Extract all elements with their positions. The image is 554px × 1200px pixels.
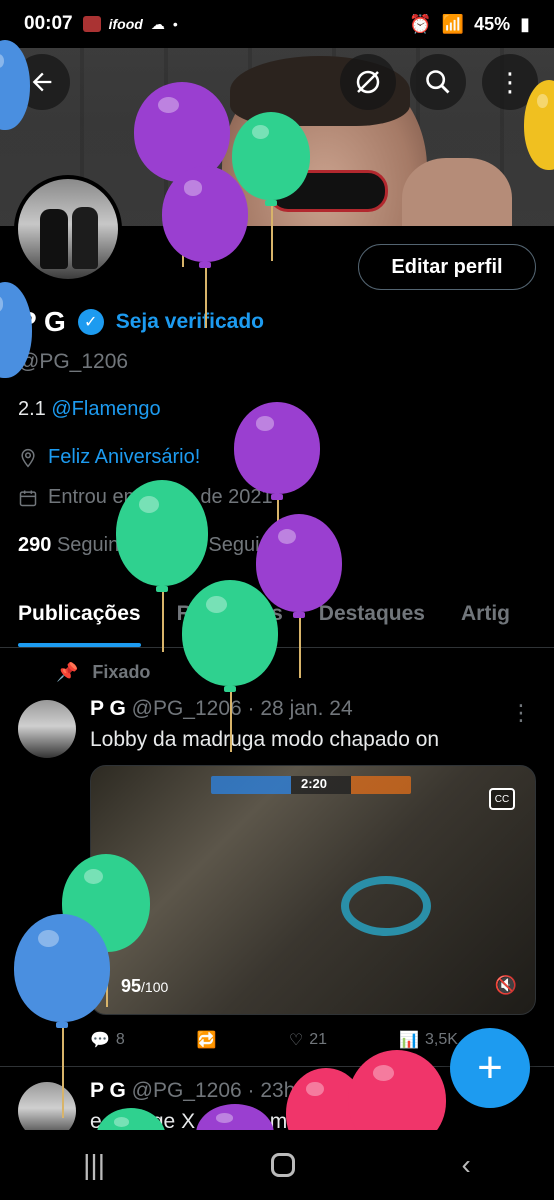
grok-icon: [356, 70, 380, 94]
tab-publicacoes[interactable]: Publicações: [0, 590, 159, 647]
profile-joined: Entrou em junho de 2021: [18, 486, 273, 509]
reply-button[interactable]: 💬 8: [90, 1030, 125, 1050]
arrow-left-icon: [32, 72, 52, 92]
post-date[interactable]: · 23h: [248, 1079, 296, 1102]
status-bar: 00:07 ifood ☁ • ⏰ 📶 45% ▮: [0, 0, 554, 48]
plus-icon: +: [477, 1043, 503, 1092]
location-text[interactable]: Feliz Aniversário!: [48, 446, 200, 469]
following-link[interactable]: 290 Seguindo: [18, 534, 141, 557]
more-vertical-icon: ⋮: [497, 67, 523, 97]
avatar-person-2: [72, 207, 98, 269]
cloud-icon: ☁: [150, 15, 165, 32]
following-count: 290: [18, 534, 52, 556]
ifood-notification: ifood: [108, 16, 143, 32]
back-nav-button[interactable]: ‹: [462, 1149, 471, 1181]
tab-destaques[interactable]: Destaques: [301, 590, 443, 647]
app-notification-icon: [82, 16, 101, 32]
location-pin-icon: [21, 448, 35, 467]
wifi-icon: 📶: [441, 13, 465, 34]
pin-icon: 📌: [56, 662, 79, 682]
followers-label: Seguidores: [208, 534, 310, 556]
heart-icon: ♡: [288, 1032, 304, 1049]
bio-mention-link[interactable]: @Flamengo: [51, 398, 160, 420]
get-verified-link[interactable]: Seja verificado: [116, 310, 264, 334]
avatar-person-1: [40, 209, 68, 269]
calendar-icon: [19, 490, 37, 506]
search-button[interactable]: [410, 54, 466, 110]
post-author-handle[interactable]: @PG_1206: [132, 697, 242, 720]
like-button[interactable]: ♡ 21: [289, 1030, 327, 1050]
home-button[interactable]: [271, 1153, 296, 1177]
balloon-purple: [234, 402, 320, 570]
mute-icon[interactable]: 🔇: [495, 975, 517, 996]
grok-button[interactable]: [340, 54, 396, 110]
views-button[interactable]: 📊 3,5K: [399, 1030, 458, 1050]
video-health-value: 95: [121, 976, 142, 996]
reply-count: 8: [115, 1031, 125, 1048]
dot-icon: •: [172, 16, 178, 32]
repost-button[interactable]: 🔁: [197, 1030, 217, 1050]
search-icon: [426, 70, 450, 94]
bio-text: 2.1: [18, 398, 52, 420]
profile-location: Feliz Aniversário!: [18, 446, 200, 469]
profile-name: P G: [18, 306, 66, 337]
post-author-handle[interactable]: @PG_1206: [132, 1079, 242, 1102]
verified-badge-icon: ✓: [77, 309, 104, 335]
profile-tabs: Publicações Respostas Destaques Artig: [0, 590, 554, 648]
status-notification-icons: ifood ☁ •: [82, 15, 178, 33]
views-icon: 📊: [399, 1032, 419, 1049]
follow-stats: 290 Seguindo 282 Seguidores: [18, 534, 310, 557]
post-date[interactable]: · 28 jan. 24: [248, 697, 353, 720]
pinned-indicator: 📌 Fixado: [56, 662, 150, 683]
status-time: 00:07: [24, 13, 73, 34]
post-author-name[interactable]: P G: [90, 697, 126, 720]
banner-sunglasses: [268, 170, 388, 212]
battery-level: 45%: [474, 13, 511, 34]
status-right: ⏰ 📶 45% ▮: [409, 14, 530, 35]
profile-handle: @PG_1206: [18, 350, 129, 373]
back-button[interactable]: [14, 54, 70, 110]
post-header: P G @PG_1206 · 23h: [90, 1079, 295, 1103]
post-header: P G @PG_1206 · 28 jan. 24: [90, 697, 353, 721]
profile-name-row: P G ✓ Seja verificado: [18, 306, 264, 338]
system-nav-bar: ||| ‹: [0, 1130, 554, 1200]
profile-avatar[interactable]: [14, 175, 122, 283]
alarm-icon: ⏰: [409, 13, 432, 34]
like-count: 21: [309, 1031, 328, 1048]
post-more-icon[interactable]: ⋮: [510, 700, 532, 726]
video-hud-time: 2:20: [301, 776, 328, 791]
repost-icon: 🔁: [196, 1032, 217, 1049]
battery-icon: ▮: [520, 13, 530, 34]
video-health-max: /100: [141, 979, 169, 995]
edit-profile-button[interactable]: Editar perfil: [358, 244, 536, 290]
joined-text: Entrou em junho de 2021: [48, 486, 273, 508]
more-options-button[interactable]: ⋮: [482, 54, 538, 110]
video-health: 95/100: [121, 976, 168, 997]
compose-post-button[interactable]: +: [450, 1028, 530, 1108]
following-label: Seguindo: [56, 534, 142, 556]
views-count: 3,5K: [425, 1031, 458, 1048]
tab-respostas[interactable]: Respostas: [159, 590, 301, 647]
post-text: Lobby da madruga modo chapado on: [90, 728, 440, 751]
reply-icon: 💬: [90, 1032, 110, 1049]
captions-button[interactable]: CC: [489, 788, 515, 810]
video-scene-object: [341, 876, 431, 936]
post-author-name[interactable]: P G: [90, 1079, 126, 1102]
post-avatar[interactable]: [18, 700, 76, 758]
recent-apps-button[interactable]: |||: [83, 1149, 105, 1181]
pinned-label: Fixado: [92, 662, 151, 682]
profile-bio: 2.1 @Flamengo: [18, 398, 161, 421]
followers-link[interactable]: 282 Seguidores: [169, 534, 309, 557]
post-video[interactable]: 2:20 95/100 CC 🔇: [90, 765, 536, 1015]
tab-artigos[interactable]: Artig: [443, 590, 528, 647]
banner-hand: [402, 158, 512, 226]
followers-count: 282: [169, 534, 203, 556]
